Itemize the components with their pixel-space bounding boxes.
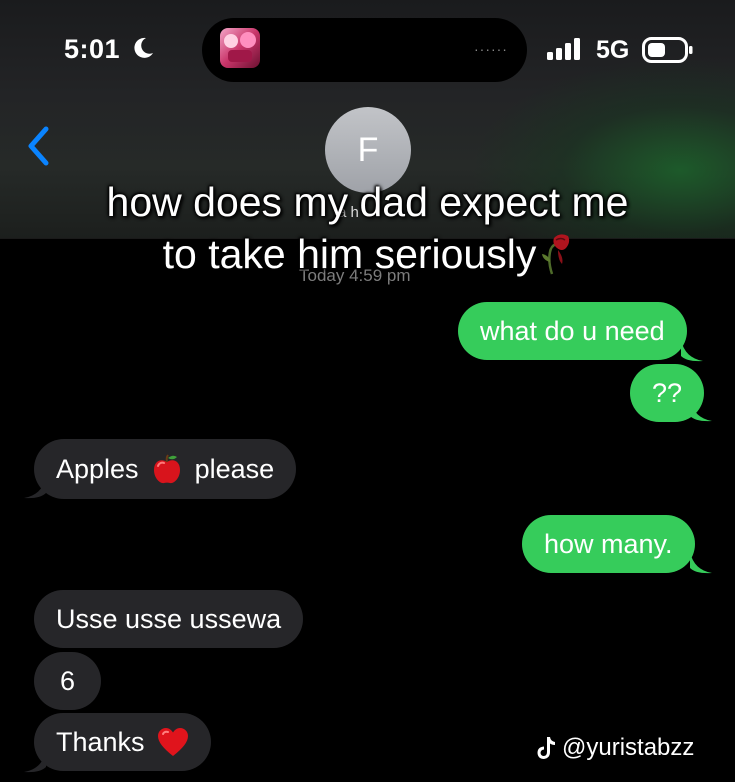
- network-label: 5G: [596, 36, 630, 64]
- tiktok-watermark: @yuristabzz: [536, 734, 694, 762]
- watermark-handle: @yuristabzz: [562, 734, 695, 761]
- battery-icon: [642, 37, 693, 63]
- caption-line-2: to take him seriously: [0, 228, 735, 280]
- tiktok-icon: [537, 737, 555, 759]
- message-text: what do u need: [480, 315, 665, 346]
- message-text: ??: [652, 377, 683, 408]
- wilted-rose-icon: [542, 234, 570, 275]
- dynamic-island[interactable]: ······: [202, 18, 527, 82]
- bubble-tail: [24, 477, 46, 499]
- message-bubble-outgoing[interactable]: what do u need: [458, 302, 687, 360]
- message-bubble-incoming[interactable]: 6: [34, 652, 102, 710]
- bubble-tail: [690, 400, 712, 422]
- album-art-icon: [220, 28, 260, 68]
- message-bubble-incoming[interactable]: Apples please: [34, 439, 297, 499]
- message-text: Usse usse ussewa: [56, 603, 282, 634]
- message-text: please: [194, 453, 275, 484]
- message-bubble-outgoing[interactable]: how many.: [522, 515, 695, 573]
- message-bubble-incoming[interactable]: Thanks: [34, 713, 211, 771]
- heart-icon: [157, 728, 188, 756]
- message-text: Apples: [56, 453, 139, 484]
- caption-line: how does my dad expect me: [106, 179, 629, 225]
- bubble-tail: [681, 340, 703, 362]
- message-text: Thanks: [56, 726, 145, 757]
- caption-text: to take him seriously: [162, 231, 537, 277]
- bubble-tail: [24, 751, 46, 773]
- overlay-caption: how does my dad expect me to take him se…: [0, 176, 735, 280]
- message-text: how many.: [544, 528, 673, 559]
- apple-icon: [153, 454, 180, 484]
- moon-icon: [134, 37, 153, 58]
- message-bubble-incoming[interactable]: Usse usse ussewa: [34, 590, 304, 648]
- island-indicator: ······: [474, 41, 508, 57]
- message-text: 6: [60, 665, 76, 696]
- status-time: 5:01: [64, 34, 121, 64]
- bubble-tail: [690, 552, 712, 574]
- chevron-left-icon[interactable]: [24, 124, 54, 168]
- signal-icon: [547, 38, 580, 60]
